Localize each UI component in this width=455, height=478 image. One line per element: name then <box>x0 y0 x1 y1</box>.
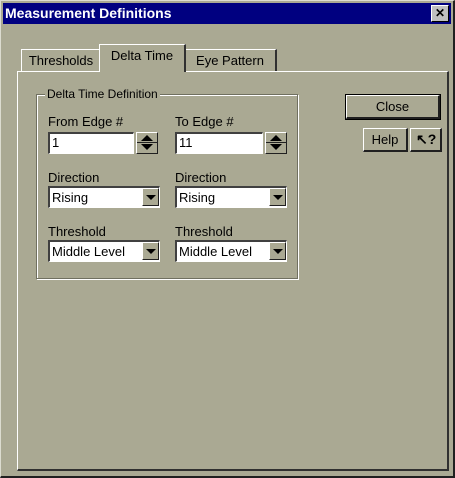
help-button[interactable]: Help <box>363 128 408 152</box>
to-direction-value: Rising <box>179 190 216 205</box>
spin-down-icon[interactable] <box>141 144 153 150</box>
spinner-divider <box>266 142 286 143</box>
to-edge-spinner[interactable] <box>265 132 287 154</box>
close-icon[interactable]: ✕ <box>431 5 449 22</box>
to-edge-input[interactable]: 11 <box>175 132 263 154</box>
dropdown-arrow-icon[interactable] <box>142 188 159 206</box>
dialog-window: Measurement Definitions ✕ Thresholds Del… <box>0 0 455 478</box>
from-direction-label: Direction <box>48 170 100 185</box>
from-threshold-value: Middle Level <box>52 244 125 259</box>
dropdown-arrow-icon[interactable] <box>142 242 159 260</box>
whats-this-button[interactable]: ↖? <box>410 128 442 152</box>
from-threshold-select[interactable]: Middle Level <box>48 240 160 262</box>
tab-eye-pattern[interactable]: Eye Pattern <box>184 49 277 72</box>
spin-up-icon[interactable] <box>141 135 153 141</box>
dropdown-arrow-icon[interactable] <box>269 188 286 206</box>
delta-time-definition-group: Delta Time Definition From Edge # 1 Dire… <box>36 87 298 279</box>
to-direction-label: Direction <box>175 170 227 185</box>
from-direction-value: Rising <box>52 190 89 205</box>
from-edge-spinner[interactable] <box>136 132 158 154</box>
to-threshold-select[interactable]: Middle Level <box>175 240 287 262</box>
close-button[interactable]: Close <box>345 94 441 120</box>
pointer-question-icon: ↖? <box>416 131 437 147</box>
window-title: Measurement Definitions <box>5 5 172 21</box>
from-edge-label: From Edge # <box>48 114 124 129</box>
to-direction-select[interactable]: Rising <box>175 186 287 208</box>
spin-up-icon[interactable] <box>270 135 282 141</box>
tab-thresholds[interactable]: Thresholds <box>21 49 102 72</box>
spinner-divider <box>137 142 157 143</box>
from-threshold-label: Threshold <box>48 224 106 239</box>
title-bar[interactable]: Measurement Definitions ✕ <box>3 3 451 24</box>
from-direction-select[interactable]: Rising <box>48 186 160 208</box>
group-legend: Delta Time Definition <box>45 87 160 101</box>
spin-down-icon[interactable] <box>270 144 282 150</box>
tab-delta-time[interactable]: Delta Time <box>99 44 186 72</box>
to-threshold-label: Threshold <box>175 224 233 239</box>
to-edge-label: To Edge # <box>175 114 234 129</box>
to-threshold-value: Middle Level <box>179 244 252 259</box>
dropdown-arrow-icon[interactable] <box>269 242 286 260</box>
from-edge-input[interactable]: 1 <box>48 132 134 154</box>
